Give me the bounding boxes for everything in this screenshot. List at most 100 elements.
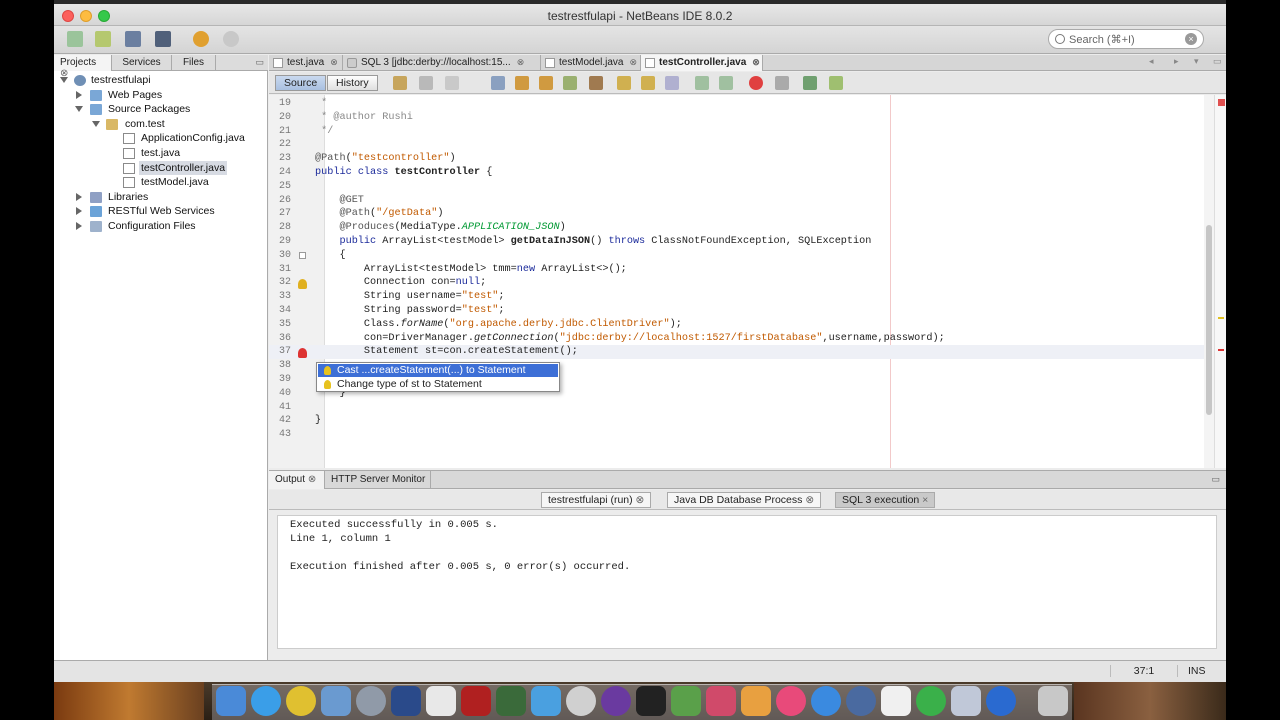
tree-item-libraries[interactable]: Libraries — [54, 190, 268, 205]
code-line[interactable]: 33 String username="test"; — [269, 290, 1209, 304]
tab-projects[interactable]: Projects ⊗ — [54, 55, 112, 79]
mail-icon[interactable] — [706, 686, 736, 716]
subtab-run[interactable]: testrestfulapi (run) ⊗ — [541, 492, 652, 508]
photos-icon[interactable] — [496, 686, 526, 716]
code-line[interactable]: 21 */ — [269, 125, 1209, 139]
code-line[interactable]: 19 * — [269, 97, 1209, 111]
save-all-button[interactable] — [152, 29, 174, 49]
shift-right-icon[interactable] — [719, 76, 733, 90]
code-line[interactable]: 34 String password="test"; — [269, 304, 1209, 318]
code-line[interactable]: 26 @GET — [269, 194, 1209, 208]
notes-icon[interactable] — [881, 686, 911, 716]
comment-icon[interactable] — [803, 76, 817, 90]
chrome-icon[interactable] — [286, 686, 316, 716]
tab-testmodel[interactable]: testModel.java ⊗ — [541, 55, 641, 71]
tree-item-test-java[interactable]: test.java — [54, 146, 268, 161]
search-input[interactable]: Search (⌘+I) × — [1048, 29, 1204, 49]
textedit-icon[interactable] — [426, 686, 456, 716]
next-bookmark-icon[interactable] — [641, 76, 655, 90]
tree-item-configuration-files[interactable]: Configuration Files — [54, 219, 268, 234]
fold-toggle-icon[interactable] — [299, 252, 306, 259]
code-line[interactable]: 27 @Path("/getData") — [269, 207, 1209, 221]
code-line[interactable]: 23 @Path("testcontroller") — [269, 152, 1209, 166]
finder-icon[interactable] — [216, 686, 246, 716]
undo-button[interactable] — [190, 29, 212, 49]
close-tab-icon[interactable]: ⊗ — [629, 57, 637, 67]
uncomment-icon[interactable] — [829, 76, 843, 90]
tab-output[interactable]: Output ⊗ — [269, 471, 325, 489]
subtab-sql-execution[interactable]: SQL 3 execution × — [835, 492, 936, 508]
tree-item-com-test[interactable]: com.test — [54, 117, 268, 132]
expand-arrow-icon[interactable] — [92, 120, 100, 127]
close-tab-icon[interactable]: ⊗ — [752, 57, 760, 67]
code-line[interactable]: 31 ArrayList<testModel> tmm=new ArrayLis… — [269, 263, 1209, 277]
app-store-icon[interactable] — [811, 686, 841, 716]
tree-item-testcontroller[interactable]: testController.java — [54, 160, 268, 176]
toggle-bookmark-icon[interactable] — [665, 76, 679, 90]
collapse-arrow-icon[interactable] — [76, 222, 82, 230]
sketch-icon[interactable] — [741, 686, 771, 716]
open-project-button[interactable] — [122, 29, 144, 49]
show-opened-documents-icon[interactable]: ▾ — [1194, 56, 1199, 67]
code-line[interactable]: 42} — [269, 414, 1209, 428]
android-studio-icon[interactable] — [671, 686, 701, 716]
tree-item-source-packages[interactable]: Source Packages — [54, 102, 268, 117]
find-next-icon[interactable] — [539, 76, 553, 90]
netbeans-icon[interactable] — [391, 686, 421, 716]
scrollbar-thumb[interactable] — [1206, 225, 1212, 415]
sequel-icon[interactable] — [566, 686, 596, 716]
expand-arrow-icon[interactable] — [60, 77, 68, 83]
tab-services[interactable]: Services — [112, 55, 172, 71]
back-icon[interactable] — [419, 76, 433, 90]
shift-left-icon[interactable] — [695, 76, 709, 90]
history-button[interactable]: History — [327, 75, 378, 91]
code-line[interactable]: 36 con=DriverManager.getConnection("jdbc… — [269, 332, 1209, 346]
tab-testcontroller[interactable]: testController.java ⊗ — [641, 55, 763, 71]
code-line[interactable]: 43 — [269, 428, 1209, 442]
code-editor[interactable]: 19 * 20 * @author Rushi 21 */22 23 @Path("te… — [269, 95, 1226, 468]
clear-search-icon[interactable]: × — [1185, 33, 1197, 45]
tree-item-testrestfulapi[interactable]: testrestfulapi — [54, 73, 268, 88]
tab-files[interactable]: Files — [172, 55, 216, 71]
previous-bookmark-icon[interactable] — [617, 76, 631, 90]
start-macro-recording-icon[interactable] — [749, 76, 763, 90]
scroll-tabs-left-icon[interactable]: ◂ — [1149, 56, 1154, 67]
tree-item-testmodel[interactable]: testModel.java — [54, 175, 268, 190]
source-button[interactable]: Source — [275, 75, 327, 91]
tab-http-server-monitor[interactable]: HTTP Server Monitor — [325, 471, 431, 489]
stop-macro-recording-icon[interactable] — [775, 76, 789, 90]
safari-icon[interactable] — [251, 686, 281, 716]
hint-cast-item[interactable]: Cast ...createStatement(...) to Statemen… — [318, 364, 558, 377]
minimize-panel-icon[interactable]: ▭ — [255, 57, 264, 68]
find-selection-icon[interactable] — [491, 76, 505, 90]
error-mark[interactable] — [1218, 349, 1224, 351]
quicktime-icon[interactable] — [986, 686, 1016, 716]
code-line[interactable]: 41 — [269, 401, 1209, 415]
editor-vertical-scrollbar[interactable] — [1204, 95, 1214, 468]
launchpad-icon[interactable] — [356, 686, 386, 716]
code-line[interactable]: 29 public ArrayList<testModel> getDataIn… — [269, 235, 1209, 249]
minimize-output-icon[interactable]: ▭ — [1211, 474, 1220, 485]
virtualbox-icon[interactable] — [951, 686, 981, 716]
tree-item-applicationconfig[interactable]: ApplicationConfig.java — [54, 131, 268, 146]
subtab-javadb-process[interactable]: Java DB Database Process ⊗ — [667, 492, 822, 508]
preview-icon[interactable] — [321, 686, 351, 716]
scroll-tabs-right-icon[interactable]: ▸ — [1174, 56, 1179, 67]
code-line[interactable]: 35 Class.forName("org.apache.derby.jdbc.… — [269, 318, 1209, 332]
tree-item-web-pages[interactable]: Web Pages — [54, 88, 268, 103]
tree-item-restful-web-services[interactable]: RESTful Web Services — [54, 204, 268, 219]
warning-mark[interactable] — [1218, 317, 1224, 319]
forward-icon[interactable] — [445, 76, 459, 90]
messages-icon[interactable] — [916, 686, 946, 716]
toggle-highlight-icon[interactable] — [563, 76, 577, 90]
new-project-button[interactable] — [92, 29, 114, 49]
tab-test-java[interactable]: test.java ⊗ — [269, 55, 343, 71]
hint-change-type-item[interactable]: Change type of st to Statement — [318, 378, 558, 391]
redo-button[interactable] — [220, 29, 242, 49]
close-tab-icon[interactable]: ⊗ — [517, 57, 525, 67]
r-studio-icon[interactable] — [846, 686, 876, 716]
tab-sql-3[interactable]: SQL 3 [jdbc:derby://localhost:15... ⊗ — [343, 55, 541, 71]
eclipse-icon[interactable] — [601, 686, 631, 716]
toggle-rectangular-selection-icon[interactable] — [589, 76, 603, 90]
code-line[interactable]: 37 Statement st=con.createStatement(); — [269, 345, 1209, 360]
